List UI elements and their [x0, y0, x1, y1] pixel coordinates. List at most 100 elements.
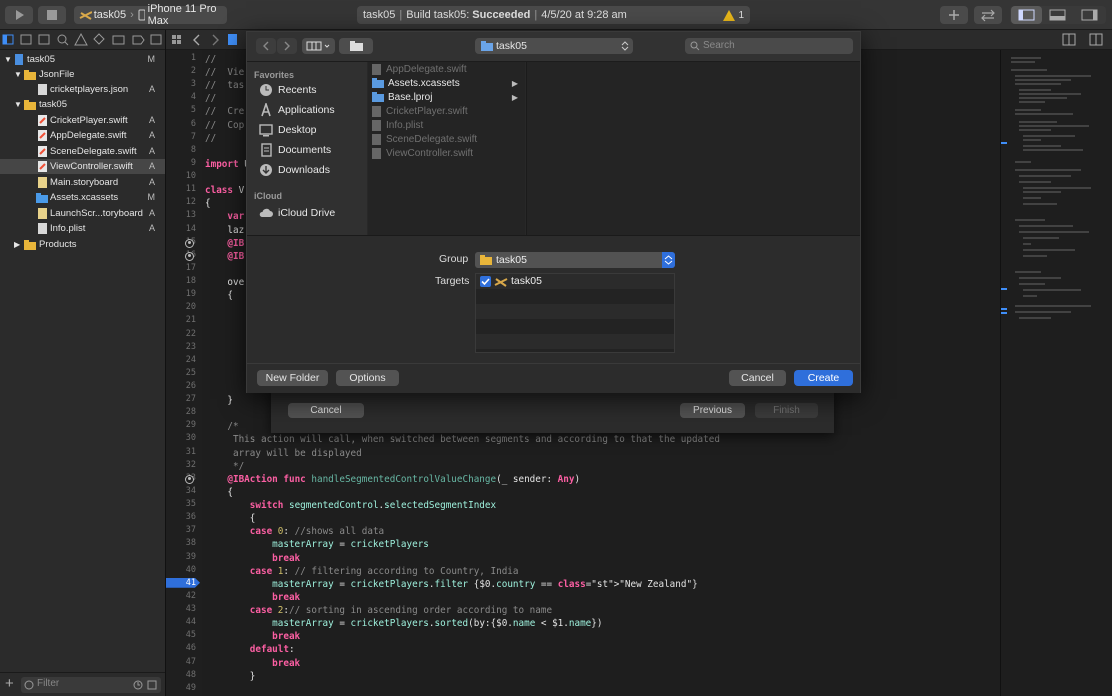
line-number[interactable]: 39: [166, 552, 196, 562]
line-number[interactable]: 9: [166, 158, 196, 168]
add-file-button[interactable]: +: [5, 675, 14, 692]
file-item-assets-xcassets[interactable]: Assets.xcassets ▶: [372, 76, 522, 90]
code-line[interactable]: // Cop: [205, 119, 244, 132]
nav-item-cricketplayer-swift[interactable]: CricketPlayer.swift A: [0, 113, 165, 128]
line-number[interactable]: 47: [166, 657, 196, 667]
filter-field[interactable]: Filter: [21, 677, 161, 693]
line-number[interactable]: 2: [166, 66, 196, 76]
code-line[interactable]: {: [205, 289, 233, 302]
line-number[interactable]: 28: [166, 407, 196, 417]
nav-item-info-plist[interactable]: Info.plist A: [0, 221, 165, 236]
code-line[interactable]: masterArray = cricketPlayers.filter {$0.…: [205, 578, 698, 591]
jump-bar-controls[interactable]: [166, 30, 246, 50]
minimap[interactable]: [1000, 50, 1112, 696]
line-number[interactable]: 30: [166, 433, 196, 443]
line-number[interactable]: 38: [166, 538, 196, 548]
disclosure-open-icon[interactable]: ▼: [14, 97, 22, 112]
new-folder-button[interactable]: New Folder: [257, 370, 328, 386]
code-line[interactable]: {: [205, 486, 233, 499]
line-number[interactable]: 48: [166, 670, 196, 680]
line-number[interactable]: 43: [166, 604, 196, 614]
code-line[interactable]: class V: [205, 184, 244, 197]
code-line[interactable]: //: [205, 53, 216, 66]
options-button[interactable]: Options: [336, 370, 399, 386]
nav-item-main-storyboard[interactable]: Main.storyboard A: [0, 175, 165, 190]
line-number[interactable]: 19: [166, 289, 196, 299]
line-number[interactable]: 17: [166, 263, 196, 273]
nav-item-viewcontroller-swift[interactable]: ViewController.swift A: [0, 159, 165, 174]
code-line[interactable]: // Vie: [205, 66, 244, 79]
line-number[interactable]: 42: [166, 591, 196, 601]
code-line[interactable]: break: [205, 591, 300, 604]
code-line[interactable]: // Cre: [205, 105, 244, 118]
line-number[interactable]: 25: [166, 368, 196, 378]
line-number[interactable]: 29: [166, 420, 196, 430]
line-number[interactable]: 4: [166, 92, 196, 102]
code-line[interactable]: //: [205, 92, 216, 105]
file-item-base-lproj[interactable]: Base.lproj ▶: [372, 90, 522, 104]
search-field[interactable]: Search: [685, 38, 853, 54]
line-number[interactable]: 40: [166, 565, 196, 575]
nav-item-assets-xcassets[interactable]: Assets.xcassets M: [0, 190, 165, 205]
code-line[interactable]: case 0: //shows all data: [205, 525, 384, 538]
code-line[interactable]: break: [205, 657, 300, 670]
code-line[interactable]: {: [205, 197, 211, 210]
line-number[interactable]: 34: [166, 486, 196, 496]
scheme-selector[interactable]: task05 › iPhone 11 Pro Max: [74, 3, 227, 27]
disclosure-closed-icon[interactable]: ▶: [14, 237, 20, 252]
line-number[interactable]: 36: [166, 512, 196, 522]
sidebar-item-recents[interactable]: Recents: [259, 81, 367, 99]
code-line[interactable]: // tas: [205, 79, 244, 92]
nav-item-products[interactable]: ▶ Products: [0, 237, 165, 252]
nav-item-group-task05[interactable]: ▼ task05: [0, 97, 165, 112]
line-number[interactable]: 5: [166, 105, 196, 115]
code-line[interactable]: /*: [205, 420, 238, 433]
sidebar-item-documents[interactable]: Documents: [259, 141, 367, 159]
stop-button[interactable]: [38, 6, 66, 24]
library-button[interactable]: [940, 6, 968, 24]
recent-files-icon[interactable]: [133, 680, 143, 690]
code-line[interactable]: This action will call, when switched bet…: [205, 433, 720, 446]
code-line[interactable]: break: [205, 630, 300, 643]
cancel-button[interactable]: Cancel: [729, 370, 786, 386]
line-number[interactable]: 37: [166, 525, 196, 535]
code-line[interactable]: switch segmentedControl.selectedSegmentI…: [205, 499, 496, 512]
wizard-previous-button[interactable]: Previous: [680, 403, 745, 418]
create-button[interactable]: Create: [794, 370, 853, 386]
nav-item-cricketplayers-json[interactable]: cricketplayers.json A: [0, 82, 165, 97]
editor-layout-icons[interactable]: [1062, 33, 1106, 47]
code-line[interactable]: @IB: [205, 237, 244, 250]
nav-item-jsonfile[interactable]: ▼ JsonFile: [0, 67, 165, 82]
code-line[interactable]: default:: [205, 643, 295, 656]
run-button[interactable]: [5, 6, 33, 24]
view-mode-button[interactable]: [302, 38, 335, 54]
nav-item-scenedelegate-swift[interactable]: SceneDelegate.swift A: [0, 144, 165, 159]
code-line[interactable]: @IBAction func handleSegmentedControlVal…: [205, 473, 580, 486]
code-line[interactable]: import U: [205, 158, 250, 171]
line-number[interactable]: 11: [166, 184, 196, 194]
wizard-cancel-button[interactable]: Cancel: [288, 403, 364, 418]
outlet-connection-icon[interactable]: [185, 474, 194, 484]
code-line[interactable]: */: [205, 460, 244, 473]
nav-item-project-task05[interactable]: ▼ task05 M: [0, 52, 165, 67]
line-number[interactable]: 45: [166, 630, 196, 640]
code-line[interactable]: array will be displayed: [205, 447, 362, 460]
line-number[interactable]: 1: [166, 53, 196, 63]
line-number[interactable]: 32: [166, 460, 196, 470]
code-line[interactable]: break: [205, 552, 300, 565]
code-line[interactable]: @IB: [205, 250, 244, 263]
line-number[interactable]: 44: [166, 617, 196, 627]
code-line[interactable]: }: [205, 670, 256, 683]
code-line[interactable]: //: [205, 132, 216, 145]
code-line[interactable]: }: [205, 394, 233, 407]
navigator-tab-icons[interactable]: [0, 30, 165, 50]
line-number[interactable]: 26: [166, 381, 196, 391]
new-folder-toolbar-button[interactable]: [339, 38, 373, 54]
line-number[interactable]: 8: [166, 145, 196, 155]
line-number[interactable]: 21: [166, 315, 196, 325]
line-number[interactable]: 10: [166, 171, 196, 181]
line-number[interactable]: 24: [166, 355, 196, 365]
line-number[interactable]: 13: [166, 210, 196, 220]
line-number[interactable]: 20: [166, 302, 196, 312]
code-line[interactable]: case 1: // filtering according to Countr…: [205, 565, 519, 578]
